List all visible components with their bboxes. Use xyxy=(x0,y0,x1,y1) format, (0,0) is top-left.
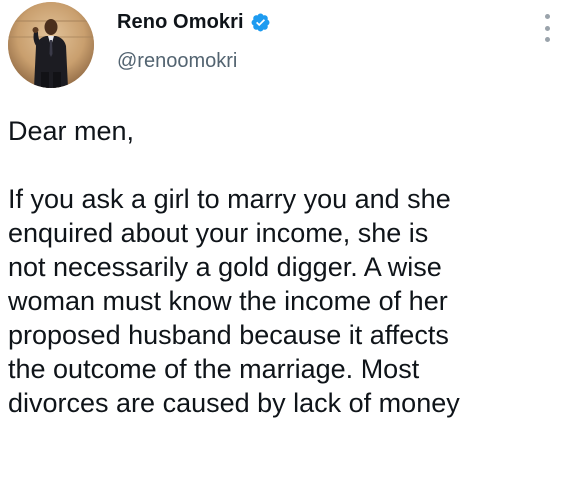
author-display-name[interactable]: Reno Omokri xyxy=(117,11,244,34)
tweet-text-line: If you ask a girl to marry you and she xyxy=(8,184,451,214)
avatar[interactable] xyxy=(8,2,94,88)
tweet-text-line: enquired about your income, she is xyxy=(8,218,429,248)
author-row: Reno Omokri xyxy=(117,8,271,36)
tweet-greeting: Dear men, xyxy=(8,116,135,146)
person-speaking-avatar-icon xyxy=(8,2,94,88)
tweet-header: Reno Omokri @renoomokri xyxy=(117,8,271,73)
vertical-ellipsis-icon xyxy=(544,37,550,42)
vertical-ellipsis-icon xyxy=(544,14,550,19)
tweet-text-line: divorces are caused by lack of money xyxy=(8,388,460,418)
tweet-text-line: woman must know the income of her xyxy=(8,286,448,316)
vertical-ellipsis-icon xyxy=(544,25,550,31)
tweet-card: Reno Omokri @renoomokri Dear men, If you… xyxy=(0,0,562,493)
tweet-text-line: the outcome of the marriage. Most xyxy=(8,354,420,384)
verified-badge-icon xyxy=(250,12,271,33)
tweet-text-line: proposed husband because it affects xyxy=(8,320,449,350)
tweet-text: Dear men, If you ask a girl to marry you… xyxy=(8,114,560,420)
author-handle[interactable]: @renoomokri xyxy=(117,50,271,73)
more-options-button[interactable] xyxy=(541,14,553,42)
tweet-text-line: not necessarily a gold digger. A wise xyxy=(8,252,442,282)
